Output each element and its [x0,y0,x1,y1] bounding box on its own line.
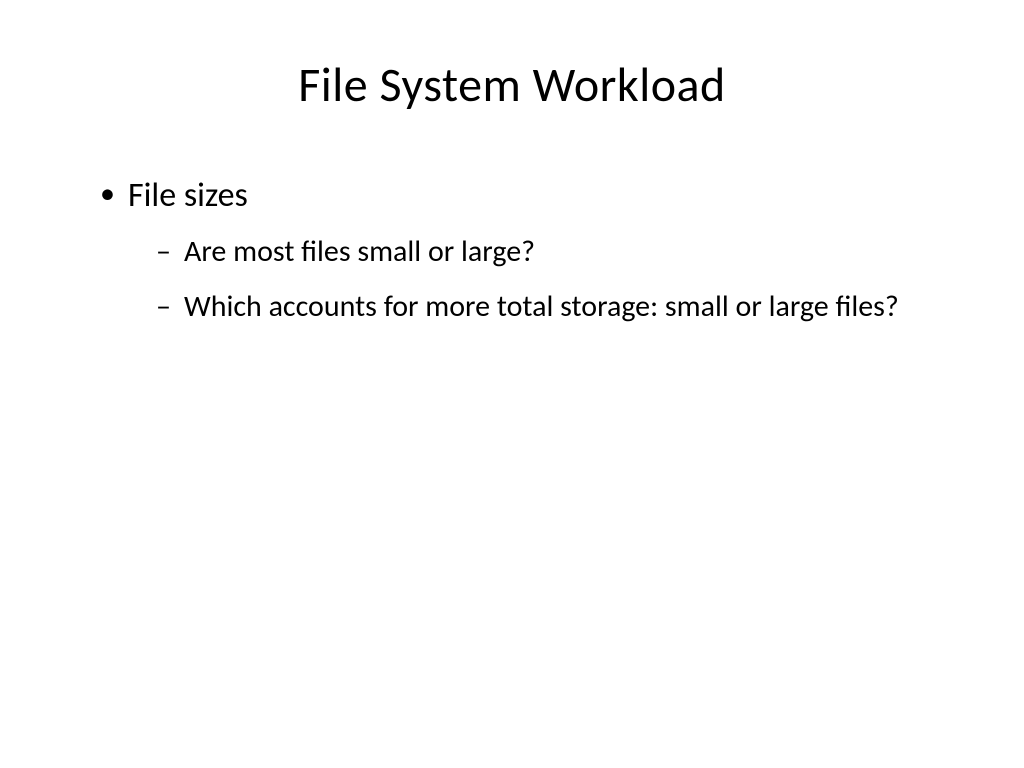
list-item: File sizes Are most files small or large… [100,174,954,327]
bullet-list-level-1: File sizes Are most files small or large… [100,174,954,327]
list-item: Are most files small or large? [156,232,954,273]
bullet-text: Which accounts for more total storage: s… [184,288,899,325]
slide-container: File System Workload File sizes Are most… [0,0,1024,768]
slide-title: File System Workload [70,55,954,114]
slide-content: File sizes Are most files small or large… [70,174,954,327]
bullet-text: Are most files small or large? [184,233,535,270]
bullet-text: File sizes [128,175,248,216]
bullet-list-level-2: Are most files small or large? Which acc… [128,232,954,327]
list-item: Which accounts for more total storage: s… [156,287,954,328]
